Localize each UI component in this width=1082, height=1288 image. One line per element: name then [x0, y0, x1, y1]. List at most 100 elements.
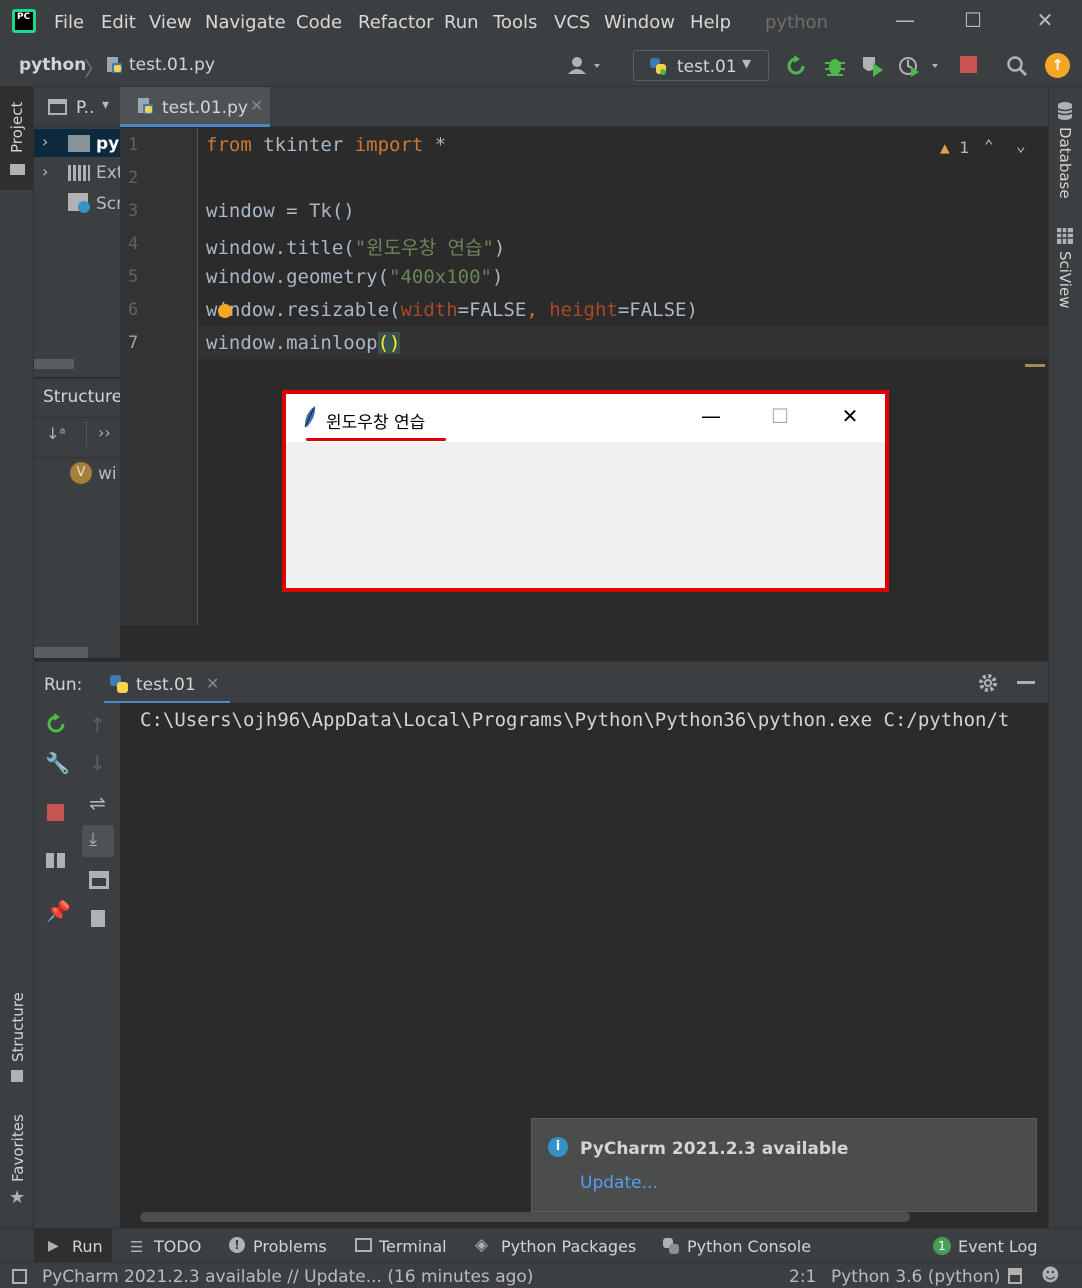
status-message[interactable]: PyCharm 2021.2.3 available // Update... … [42, 1267, 533, 1287]
sort-alphabetically-icon[interactable]: ↓ᵃ [46, 424, 66, 443]
pycharm-logo-icon: PC [12, 9, 36, 33]
minimize-button[interactable]: — [890, 8, 920, 36]
event-log-badge: 1 [933, 1237, 951, 1255]
horizontal-scrollbar[interactable] [34, 647, 88, 658]
tkinter-title-bar[interactable]: 윈도우창 연습 — ☐ ✕ [286, 394, 885, 442]
run-tab-test01[interactable]: test.01 ✕ [104, 662, 230, 704]
chevron-right-icon[interactable]: › [42, 132, 48, 151]
chevron-down-icon: ▾ [742, 53, 752, 74]
scroll-to-end-button[interactable]: ⤓ [82, 825, 114, 857]
project-panel: P.. ▾ › py › Ext Scr [34, 87, 123, 377]
cursor-position[interactable]: 2:1 [789, 1267, 816, 1287]
menu-refactor[interactable]: Refactor [358, 12, 434, 33]
code-line-1: from tkinter import * [206, 134, 447, 156]
print-icon[interactable] [89, 871, 109, 889]
maximize-button[interactable]: ☐ [958, 8, 988, 36]
rerun-icon[interactable] [45, 713, 67, 735]
lock-icon[interactable] [1008, 1268, 1022, 1284]
run-configuration-selector[interactable]: test.01 ▾ [633, 50, 769, 81]
chevron-right-icon[interactable]: › [42, 162, 48, 181]
code-line-4: window.title("윈도우창 연습") [206, 237, 506, 259]
rerun-icon[interactable] [785, 55, 807, 77]
folder-icon [68, 135, 90, 152]
pin-icon[interactable]: 📌 [46, 899, 71, 923]
horizontal-scrollbar[interactable] [34, 359, 74, 369]
tk-close-button[interactable]: ✕ [830, 404, 870, 428]
menu-bar: PC File Edit View Navigate Code Refactor… [0, 0, 1082, 45]
menu-run[interactable]: Run [444, 12, 479, 33]
menu-window[interactable]: Window [604, 12, 675, 33]
inspector-icon[interactable]: ☻ [1041, 1265, 1060, 1286]
project-view-selector[interactable]: P.. [76, 98, 94, 118]
bottom-tab-problems[interactable]: Problems [253, 1237, 327, 1256]
close-icon[interactable]: ✕ [250, 96, 263, 115]
clock-icon [78, 201, 90, 213]
bottom-tab-event-log[interactable]: Event Log [958, 1237, 1038, 1256]
stop-icon[interactable] [47, 804, 64, 821]
list-icon: ☰ [130, 1238, 144, 1256]
scroll-to-end-icon: ⤓ [89, 829, 97, 850]
tool-tab-database[interactable]: Database [1056, 127, 1074, 199]
line-number: 2 [128, 168, 139, 188]
search-icon[interactable] [1006, 55, 1028, 77]
soft-wrap-icon[interactable]: ⇌ [89, 791, 106, 815]
error-stripe-marker[interactable] [1025, 364, 1045, 367]
python-interpreter[interactable]: Python 3.6 (python) [831, 1267, 1001, 1287]
hide-panel-icon[interactable] [1017, 681, 1035, 684]
up-arrow-icon: ↑ [89, 713, 106, 737]
breadcrumb-file[interactable]: test.01.py [129, 55, 215, 75]
bottom-tab-python-packages[interactable]: Python Packages [501, 1237, 636, 1256]
tool-tab-favorites[interactable]: Favorites [9, 1114, 27, 1182]
menu-vcs[interactable]: VCS [554, 12, 590, 33]
more-options-icon[interactable]: ›› [98, 423, 111, 442]
bottom-tab-run[interactable]: Run [72, 1237, 103, 1256]
tool-tab-sciview[interactable]: SciView [1056, 251, 1074, 309]
bottom-tab-todo[interactable]: TODO [154, 1237, 201, 1256]
lightbulb-icon[interactable] [218, 304, 232, 318]
profile-icon[interactable] [898, 55, 946, 77]
tool-tab-structure[interactable]: Structure [9, 992, 27, 1062]
menu-view[interactable]: View [149, 12, 192, 33]
previous-highlight-icon[interactable]: ⌃ [984, 136, 994, 155]
menu-file[interactable]: File [54, 12, 84, 33]
tool-tab-project[interactable]: Project [8, 102, 26, 153]
layout-icon[interactable] [46, 853, 65, 868]
update-link[interactable]: Update... [580, 1173, 658, 1193]
horizontal-scrollbar[interactable] [140, 1212, 910, 1222]
down-arrow-icon: ↓ [89, 751, 106, 775]
packages-icon: ◈ [475, 1235, 489, 1255]
menu-tools[interactable]: Tools [493, 12, 537, 33]
structure-item[interactable]: wi [98, 464, 117, 484]
gear-icon[interactable] [977, 672, 999, 694]
breadcrumb-separator: 〉 [84, 57, 104, 81]
breadcrumb-project[interactable]: python [19, 55, 86, 75]
close-button[interactable]: ✕ [1030, 8, 1060, 36]
tree-item-project-root[interactable]: py [96, 134, 119, 154]
python-file-icon [107, 57, 122, 73]
debug-icon[interactable] [823, 55, 847, 77]
run-with-coverage-icon[interactable] [861, 55, 885, 77]
project-panel-header: P.. ▾ [34, 87, 120, 127]
menu-help[interactable]: Help [690, 12, 731, 33]
line-number: 4 [128, 234, 139, 254]
trash-icon[interactable] [91, 910, 105, 927]
menu-navigate[interactable]: Navigate [205, 12, 286, 33]
wrench-icon[interactable]: 🔧 [45, 751, 70, 775]
user-account-icon[interactable] [567, 56, 607, 76]
update-available-icon[interactable]: ↑ [1045, 53, 1070, 78]
chevron-down-icon: ▾ [102, 97, 110, 113]
stop-icon[interactable] [960, 56, 977, 73]
close-icon[interactable]: ✕ [206, 674, 219, 693]
menu-edit[interactable]: Edit [101, 12, 136, 33]
bottom-tab-terminal[interactable]: Terminal [379, 1237, 447, 1256]
code-line-7: window.mainloop() [206, 332, 401, 354]
tk-minimize-button[interactable]: — [691, 404, 731, 428]
toggle-tool-windows-icon[interactable] [12, 1269, 27, 1284]
menu-code[interactable]: Code [296, 12, 342, 33]
next-highlight-icon[interactable]: ⌄ [1016, 136, 1026, 155]
inspection-warning-indicator[interactable]: ▲ 1 [940, 138, 969, 157]
line-number-current: 7 [128, 333, 139, 353]
editor-tab-test01[interactable]: test.01.py ✕ [120, 87, 270, 127]
divider [34, 457, 120, 458]
bottom-tab-python-console[interactable]: Python Console [687, 1237, 811, 1256]
